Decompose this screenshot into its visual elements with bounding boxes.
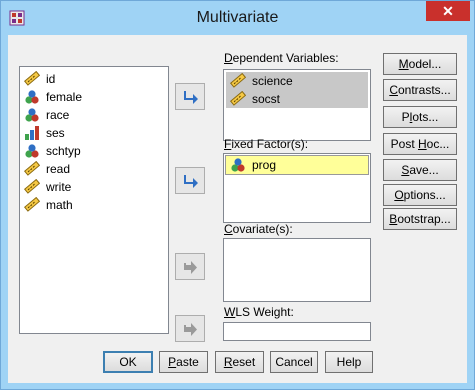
list-item[interactable]: science	[226, 72, 368, 90]
ordinal-icon	[25, 126, 39, 140]
post-hoc-button[interactable]: Post Hoc...	[383, 133, 457, 155]
help-button[interactable]: Help	[325, 351, 373, 373]
list-item[interactable]: race	[20, 106, 168, 124]
bootstrap-button[interactable]: Bootstrap...	[383, 208, 457, 230]
scale-ruler-icon	[24, 197, 40, 212]
title-bar[interactable]: Multivariate ✕	[1, 1, 474, 35]
scale-ruler-icon	[230, 91, 246, 106]
list-item[interactable]: read	[20, 160, 168, 178]
close-button[interactable]: ✕	[426, 1, 470, 21]
list-item[interactable]: schtyp	[20, 142, 168, 160]
move-to-dependent-button[interactable]	[175, 83, 205, 110]
variable-name: read	[46, 162, 71, 176]
variable-name: socst	[252, 92, 281, 106]
dependent-variables-label: Dependent Variables:	[224, 51, 339, 65]
arrow-right-icon	[184, 175, 198, 188]
list-item[interactable]: socst	[226, 90, 368, 108]
paste-button[interactable]: Paste	[159, 351, 208, 373]
scale-ruler-icon	[24, 161, 40, 176]
variable-name: schtyp	[46, 144, 81, 158]
model-button[interactable]: Model...	[383, 53, 457, 75]
arrow-right-icon	[184, 261, 197, 274]
nominal-icon	[25, 108, 39, 122]
fixed-factors-list[interactable]: prog	[223, 153, 371, 223]
contrasts-button[interactable]: Contrasts...	[383, 79, 457, 101]
wls-weight-label: WLS Weight:	[224, 305, 294, 319]
options-button[interactable]: Options...	[383, 184, 457, 206]
list-item[interactable]: write	[20, 178, 168, 196]
scale-ruler-icon	[230, 73, 246, 88]
save-button[interactable]: Save...	[383, 159, 457, 181]
list-item[interactable]: ses	[20, 124, 168, 142]
cancel-button[interactable]: Cancel	[270, 351, 318, 373]
variable-name: math	[46, 198, 73, 212]
variable-name: write	[46, 180, 72, 194]
nominal-icon	[25, 144, 39, 158]
list-item[interactable]: id	[20, 70, 168, 88]
nominal-icon	[231, 158, 245, 172]
move-to-fixed-factor-button[interactable]	[175, 167, 205, 194]
scale-ruler-icon	[24, 71, 40, 86]
reset-button[interactable]: Reset	[215, 351, 264, 373]
arrow-right-icon	[184, 91, 198, 104]
window-title: Multivariate	[196, 9, 279, 26]
variable-name: female	[46, 90, 83, 104]
arrow-right-icon	[184, 323, 197, 336]
dialog-body: id female race ses schtyp read write math Depen…	[8, 35, 467, 383]
move-to-covariate-button[interactable]	[175, 253, 205, 280]
dependent-variables-list[interactable]: science socst	[223, 69, 371, 141]
move-to-wls-weight-button[interactable]	[175, 315, 205, 342]
variable-name: id	[46, 72, 56, 86]
scale-ruler-icon	[24, 179, 40, 194]
variable-name: science	[252, 74, 293, 88]
wls-weight-field[interactable]	[223, 322, 371, 341]
variable-name: ses	[46, 126, 65, 140]
plots-button[interactable]: Plots...	[383, 106, 457, 128]
dialog-window: Multivariate ✕ id female race ses schtyp read…	[0, 0, 475, 390]
covariates-label: Covariate(s):	[224, 222, 293, 236]
ok-button[interactable]: OK	[103, 351, 153, 373]
nominal-icon	[25, 90, 39, 104]
list-item[interactable]: math	[20, 196, 168, 214]
variable-name: prog	[252, 158, 277, 172]
covariates-list[interactable]	[223, 238, 371, 302]
list-item[interactable]: female	[20, 88, 168, 106]
list-item[interactable]: prog	[225, 155, 369, 175]
variable-name: race	[46, 108, 70, 122]
source-variable-list[interactable]: id female race ses schtyp read write math	[19, 66, 169, 334]
fixed-factors-label: Fixed Factor(s):	[224, 137, 309, 151]
